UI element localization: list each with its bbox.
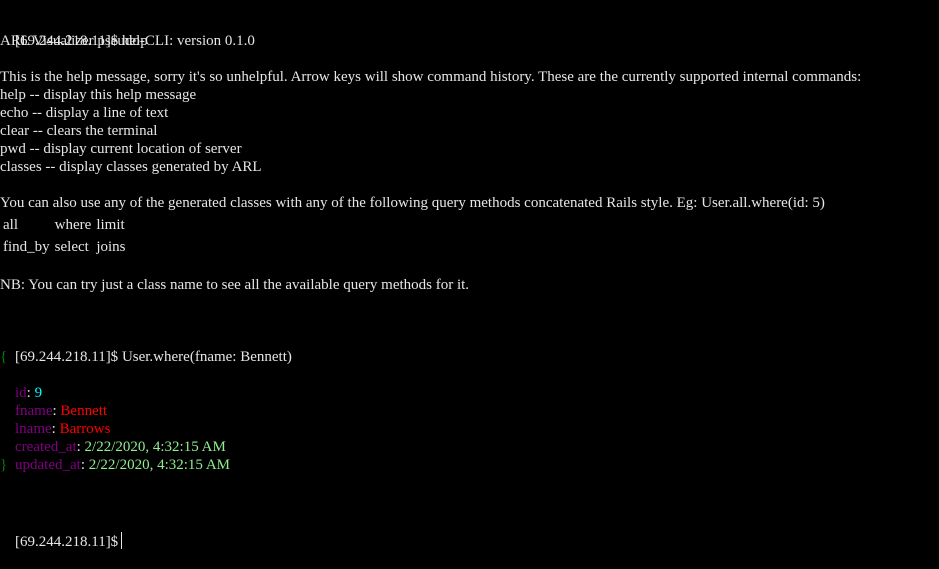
result-field-lname: lname: Barrows bbox=[15, 421, 111, 437]
help-command-pwd: pwd -- display current location of serve… bbox=[0, 141, 242, 157]
query-method: joins bbox=[96, 238, 126, 255]
result-field-fname: fname: Bennett bbox=[15, 403, 108, 419]
help-command-echo: echo -- display a line of text bbox=[0, 105, 169, 121]
field-key: updated_at bbox=[15, 457, 81, 473]
command-line: [69.244.218.11]$ help bbox=[0, 14, 148, 49]
result-field-updated-at: updated_at: 2/22/2020, 4:32:15 AM bbox=[15, 457, 230, 473]
version-line: ARL Visualizer pseudo-CLI: version 0.1.0 bbox=[0, 33, 255, 49]
query-method: where bbox=[54, 216, 92, 233]
result-field-created-at: created_at: 2/22/2020, 4:32:15 AM bbox=[15, 439, 226, 455]
query-method: all bbox=[3, 216, 18, 233]
command-line: [69.244.218.11]$ User.where(fname: Benne… bbox=[0, 330, 292, 365]
table-row: find_by select joins bbox=[0, 236, 128, 258]
prompt: [69.244.218.11]$ bbox=[15, 349, 119, 365]
terminal-window[interactable]: [69.244.218.11]$ help ARL Visualizer pse… bbox=[0, 0, 939, 550]
query-methods-table: all where limit find_by select joins bbox=[0, 214, 128, 258]
prompt: [69.244.218.11]$ bbox=[15, 534, 119, 550]
query-method: find_by bbox=[3, 238, 50, 255]
field-value: 2/22/2020, 4:32:15 AM bbox=[88, 457, 230, 473]
help-intro: This is the help message, sorry it's so … bbox=[0, 69, 862, 85]
command-text: User.where(fname: Bennett) bbox=[121, 349, 292, 365]
result-close-brace: } bbox=[0, 457, 8, 473]
text-cursor[interactable] bbox=[121, 532, 123, 549]
query-method: limit bbox=[96, 216, 125, 233]
active-command-line[interactable]: [69.244.218.11]$ bbox=[0, 514, 123, 550]
result-open-brace: { bbox=[0, 349, 8, 365]
help-command-clear: clear -- clears the terminal bbox=[0, 123, 158, 139]
result-field-id: id: 9 bbox=[15, 385, 43, 401]
table-row: all where limit bbox=[0, 214, 128, 236]
query-intro: You can also use any of the generated cl… bbox=[0, 195, 825, 211]
help-command-help: help -- display this help message bbox=[0, 87, 197, 103]
query-method: select bbox=[54, 238, 89, 255]
help-command-classes: classes -- display classes generated by … bbox=[0, 159, 262, 175]
nb-note: NB: You can try just a class name to see… bbox=[0, 277, 470, 293]
